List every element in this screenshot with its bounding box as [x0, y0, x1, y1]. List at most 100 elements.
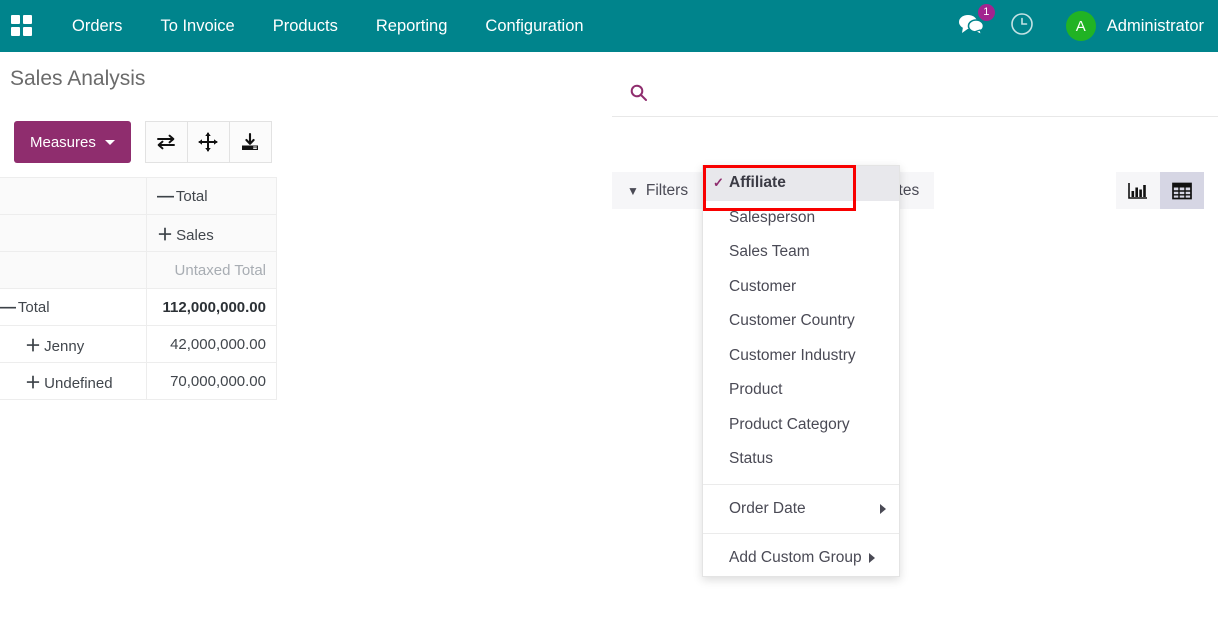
view-switcher: [1116, 172, 1204, 209]
collapse-icon: —: [157, 186, 172, 206]
group-by-option-salesperson-label: Salesperson: [729, 209, 815, 227]
menu-item-orders[interactable]: Orders: [53, 0, 141, 52]
control-panel: Sales Analysis Measures: [0, 52, 1218, 168]
group-by-dropdown-menu: ✓ Affiliate Salesperson Sales Team Custo…: [702, 165, 900, 577]
dropdown-divider: [703, 484, 899, 485]
apps-grid-square: [11, 27, 20, 36]
expand-icon: ＋: [25, 332, 40, 356]
pivot-measure-label: Untaxed Total: [147, 252, 277, 289]
search-icon: [630, 84, 647, 106]
arrows-move-glyph: [198, 132, 218, 152]
messages-count-badge: 1: [978, 4, 995, 21]
magnifier-glyph: [630, 84, 647, 101]
group-by-option-status-label: Status: [729, 450, 773, 468]
graph-view-button[interactable]: [1116, 172, 1160, 209]
download-xlsx-icon[interactable]: [229, 121, 272, 163]
clock-icon[interactable]: [1010, 12, 1034, 41]
clock-glyph: [1010, 12, 1034, 36]
pivot-col-header-sales[interactable]: ＋ Sales: [147, 215, 277, 252]
pivot-cell-total-untaxed[interactable]: 112,000,000.00: [147, 289, 277, 326]
user-name[interactable]: Administrator: [1107, 17, 1204, 36]
filters-button[interactable]: ▼ Filters: [612, 172, 703, 209]
menu-item-configuration[interactable]: Configuration: [466, 0, 602, 52]
chevron-down-icon: [105, 140, 115, 145]
top-navbar: Orders To Invoice Products Reporting Con…: [0, 0, 1218, 52]
group-by-option-salesperson[interactable]: Salesperson: [703, 201, 899, 236]
pivot-row-header-total-label: Total: [18, 299, 50, 316]
pivot-corner-cell: [0, 178, 147, 215]
group-by-option-customer-industry[interactable]: Customer Industry: [703, 339, 899, 374]
navbar-right-group: 1 A Administrator: [958, 0, 1218, 52]
group-by-option-affiliate[interactable]: ✓ Affiliate: [703, 166, 899, 201]
menu-item-reporting[interactable]: Reporting: [357, 0, 467, 52]
avatar[interactable]: A: [1066, 11, 1096, 41]
measures-button[interactable]: Measures: [14, 121, 131, 163]
group-by-option-sales-team[interactable]: Sales Team: [703, 235, 899, 270]
search-bar[interactable]: [612, 74, 1218, 117]
expand-all-icon[interactable]: [187, 121, 230, 163]
pivot-col-group-row: ＋ Sales: [0, 215, 277, 252]
pivot-table-icon: [1172, 182, 1192, 200]
menu-item-to-invoice[interactable]: To Invoice: [141, 0, 253, 52]
group-by-option-customer-label: Customer: [729, 278, 796, 296]
group-by-option-status[interactable]: Status: [703, 442, 899, 477]
dropdown-divider: [703, 533, 899, 534]
add-custom-group-option[interactable]: Add Custom Group: [703, 541, 899, 576]
pivot-row-header-total[interactable]: — Total: [0, 289, 147, 326]
group-by-option-order-date-label: Order Date: [729, 500, 806, 518]
pivot-cell-jenny-untaxed[interactable]: 42,000,000.00: [147, 326, 277, 363]
chevron-right-icon: [880, 504, 886, 514]
measures-button-label: Measures: [30, 134, 96, 151]
pivot-measure-row: Untaxed Total: [0, 252, 277, 289]
pivot-col-header-sales-label: Sales: [176, 227, 214, 244]
expand-icon: ＋: [25, 369, 40, 393]
bar-chart-icon: [1128, 182, 1148, 200]
apps-grid-square: [23, 27, 32, 36]
pivot-col-header-total-label: Total: [176, 188, 208, 205]
flip-axis-glyph: [155, 133, 177, 151]
add-custom-group-label: Add Custom Group: [729, 549, 862, 567]
check-icon: ✓: [713, 175, 729, 191]
group-by-option-product-category-label: Product Category: [729, 416, 850, 434]
collapse-icon: —: [0, 297, 14, 317]
pivot-view-button[interactable]: [1160, 172, 1204, 209]
pivot-table-container: — Total ＋ Sales Untaxed Total — Total 11…: [0, 177, 277, 400]
main-menu: Orders To Invoice Products Reporting Con…: [53, 0, 603, 52]
page-title: Sales Analysis: [10, 67, 145, 91]
pivot-row-header-undefined-label: Undefined: [44, 375, 112, 392]
apps-grid-icon[interactable]: [11, 15, 33, 37]
group-by-option-product-category[interactable]: Product Category: [703, 408, 899, 443]
pivot-icon-group: [145, 121, 272, 163]
group-by-option-customer-industry-label: Customer Industry: [729, 347, 856, 365]
search-input[interactable]: [655, 86, 1218, 104]
pivot-toolbar: Measures: [14, 121, 272, 163]
group-by-option-order-date[interactable]: Order Date: [703, 492, 899, 527]
pivot-row-header-undefined[interactable]: ＋ Undefined: [0, 363, 147, 400]
pivot-col-header-row: — Total: [0, 178, 277, 215]
download-glyph: [240, 132, 260, 152]
messages-icon[interactable]: 1: [958, 13, 984, 40]
funnel-icon: ▼: [627, 184, 639, 198]
group-by-option-product[interactable]: Product: [703, 373, 899, 408]
flip-axis-icon[interactable]: [145, 121, 188, 163]
filters-button-label: Filters: [646, 182, 688, 200]
group-by-option-affiliate-label: Affiliate: [729, 174, 786, 192]
group-by-option-customer-country[interactable]: Customer Country: [703, 304, 899, 339]
pivot-col-header-total[interactable]: — Total: [147, 178, 277, 215]
table-row: ＋ Jenny 42,000,000.00: [0, 326, 277, 363]
table-row: ＋ Undefined 70,000,000.00: [0, 363, 277, 400]
group-by-option-customer[interactable]: Customer: [703, 270, 899, 305]
group-by-option-sales-team-label: Sales Team: [729, 243, 810, 261]
apps-grid-square: [23, 15, 32, 24]
group-by-option-product-label: Product: [729, 381, 782, 399]
pivot-row-header-jenny-label: Jenny: [44, 338, 84, 355]
menu-item-products[interactable]: Products: [254, 0, 357, 52]
chevron-right-icon: [869, 553, 875, 563]
expand-icon: ＋: [157, 221, 172, 245]
pivot-row-header-jenny[interactable]: ＋ Jenny: [0, 326, 147, 363]
pivot-corner-cell-3: [0, 252, 147, 289]
pivot-cell-undefined-untaxed[interactable]: 70,000,000.00: [147, 363, 277, 400]
pivot-corner-cell-2: [0, 215, 147, 252]
group-by-option-customer-country-label: Customer Country: [729, 312, 855, 330]
table-row: — Total 112,000,000.00: [0, 289, 277, 326]
